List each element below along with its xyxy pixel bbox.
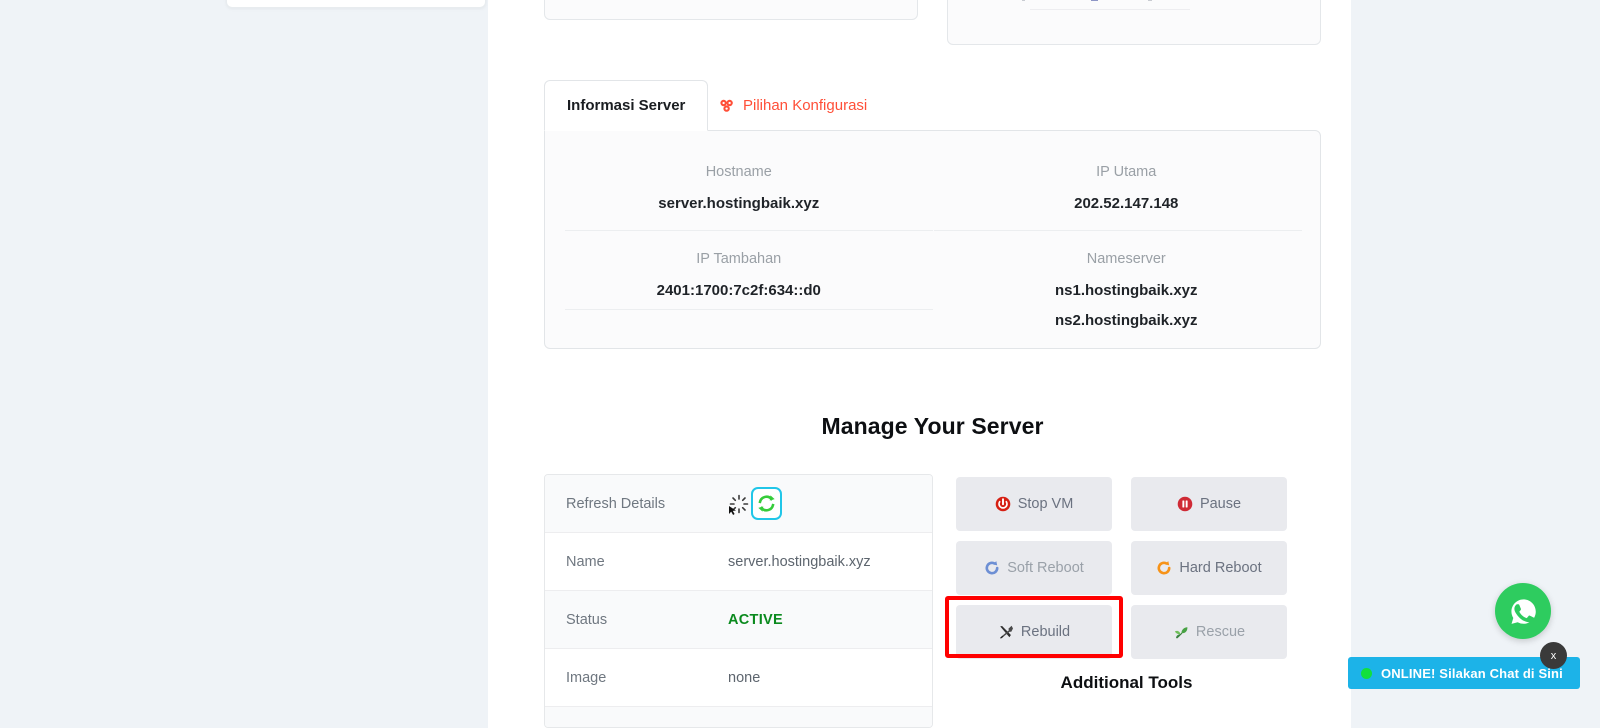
top-card-right-partial (947, 0, 1321, 45)
ip-tambahan-field: IP Tambahan 2401:1700:7c2f:634::d0 (545, 248, 933, 306)
loading-spinner-cursor-icon (728, 493, 750, 515)
pause-button[interactable]: Pause (1131, 477, 1287, 531)
tools-icon (998, 624, 1014, 640)
info-divider-left (565, 230, 933, 231)
table-row-name: Name server.hostingbaik.xyz (545, 533, 932, 590)
ip-tambahan-label: IP Tambahan (696, 251, 782, 267)
stop-vm-button[interactable]: Stop VM (956, 477, 1112, 531)
image-label: Image (566, 669, 607, 686)
rebuild-label: Rebuild (1020, 624, 1071, 640)
close-icon[interactable]: x (1540, 642, 1567, 669)
partial-text-fragment-a (1022, 0, 1025, 1)
info-divider-left-2 (565, 309, 933, 310)
server-action-buttons: Stop VM Pause Soft Reboot Hard Reboot Re… (956, 477, 1287, 669)
status-badge: ACTIVE (728, 611, 783, 628)
nameserver-field: Nameserver ns1.hostingbaik.xyz ns2.hosti… (933, 248, 1321, 336)
top-card-left-partial (544, 0, 918, 20)
additional-tools-heading: Additional Tools (1060, 673, 1193, 692)
online-chat-label: ONLINE! Silakan Chat di Sini (1381, 665, 1563, 681)
herb-icon (1173, 624, 1189, 640)
tab-pilihan-konfigurasi[interactable]: Pilihan Konfigurasi (697, 80, 889, 131)
action-row-1: Stop VM Pause (956, 477, 1287, 531)
pause-circle-icon (1177, 496, 1193, 512)
server-info-column-left: Hostname server.hostingbaik.xyz IP Tamba… (545, 131, 933, 336)
rescue-button[interactable]: Rescue (1131, 605, 1287, 659)
cubes-icon (719, 98, 735, 114)
page-root: Informasi Server Pilihan Konfigurasi Hos (0, 0, 1600, 728)
partial-text-fragment-b (1091, 0, 1098, 1)
nameserver-label: Nameserver (1086, 251, 1166, 267)
sidebar-card-partial (226, 0, 486, 8)
partial-divider (1030, 9, 1190, 10)
server-details-table: Refresh Details Name server.hostingbaik.… (544, 474, 933, 728)
ip-utama-value: 202.52.147.148 (1074, 195, 1179, 212)
table-row-refresh-details: Refresh Details (545, 475, 932, 532)
image-value: none (728, 669, 761, 686)
tab-informasi-server[interactable]: Informasi Server (544, 80, 709, 131)
action-row-2: Soft Reboot Hard Reboot (956, 541, 1287, 595)
pause-label: Pause (1199, 496, 1242, 512)
tab-pilihan-konfigurasi-label: Pilihan Konfigurasi (743, 97, 868, 114)
server-tabs: Informasi Server Pilihan Konfigurasi (544, 80, 1321, 131)
tab-informasi-server-label: Informasi Server (567, 97, 686, 114)
soft-reboot-label: Soft Reboot (1007, 560, 1084, 576)
hard-reboot-label: Hard Reboot (1179, 560, 1262, 576)
server-info-column-right: IP Utama 202.52.147.148 Nameserver ns1.h… (933, 131, 1321, 336)
manage-your-server-heading: Manage Your Server (821, 413, 1044, 439)
hostname-field: Hostname server.hostingbaik.xyz (545, 161, 933, 219)
name-value: server.hostingbaik.xyz (728, 553, 871, 570)
table-row-status: Status ACTIVE (545, 591, 932, 648)
rebuild-button[interactable]: Rebuild (956, 605, 1112, 659)
rescue-label: Rescue (1195, 624, 1246, 640)
info-divider-right (934, 230, 1302, 231)
ip-utama-field: IP Utama 202.52.147.148 (933, 161, 1321, 219)
hard-reboot-button[interactable]: Hard Reboot (1131, 541, 1287, 595)
nameserver-value-1: ns1.hostingbaik.xyz (1054, 282, 1198, 299)
table-row-partial (545, 707, 932, 727)
hostname-label: Hostname (705, 164, 772, 180)
refresh-details-label: Refresh Details (566, 495, 666, 512)
close-label: x (1550, 649, 1557, 662)
stop-vm-label: Stop VM (1017, 496, 1074, 512)
soft-reboot-button[interactable]: Soft Reboot (956, 541, 1112, 595)
refresh-icon[interactable] (751, 487, 782, 520)
hostname-value: server.hostingbaik.xyz (658, 195, 820, 212)
page-background-right (1351, 0, 1600, 728)
online-status-dot (1361, 667, 1372, 679)
server-info-panel: Hostname server.hostingbaik.xyz IP Tamba… (544, 130, 1321, 349)
status-label: Status (566, 611, 608, 628)
whatsapp-icon[interactable] (1495, 583, 1551, 639)
reboot-blue-icon (984, 560, 1000, 576)
reboot-orange-icon (1156, 560, 1172, 576)
action-row-3: Rebuild Rescue (956, 605, 1287, 659)
name-label: Name (566, 553, 605, 570)
partial-text-fragment-c (1148, 0, 1152, 1)
ip-tambahan-value: 2401:1700:7c2f:634::d0 (656, 282, 821, 299)
nameserver-value-2: ns2.hostingbaik.xyz (1054, 312, 1198, 329)
ip-utama-label: IP Utama (1096, 164, 1157, 180)
table-row-image: Image none (545, 649, 932, 706)
power-icon (995, 496, 1011, 512)
refresh-details-value (728, 484, 782, 524)
